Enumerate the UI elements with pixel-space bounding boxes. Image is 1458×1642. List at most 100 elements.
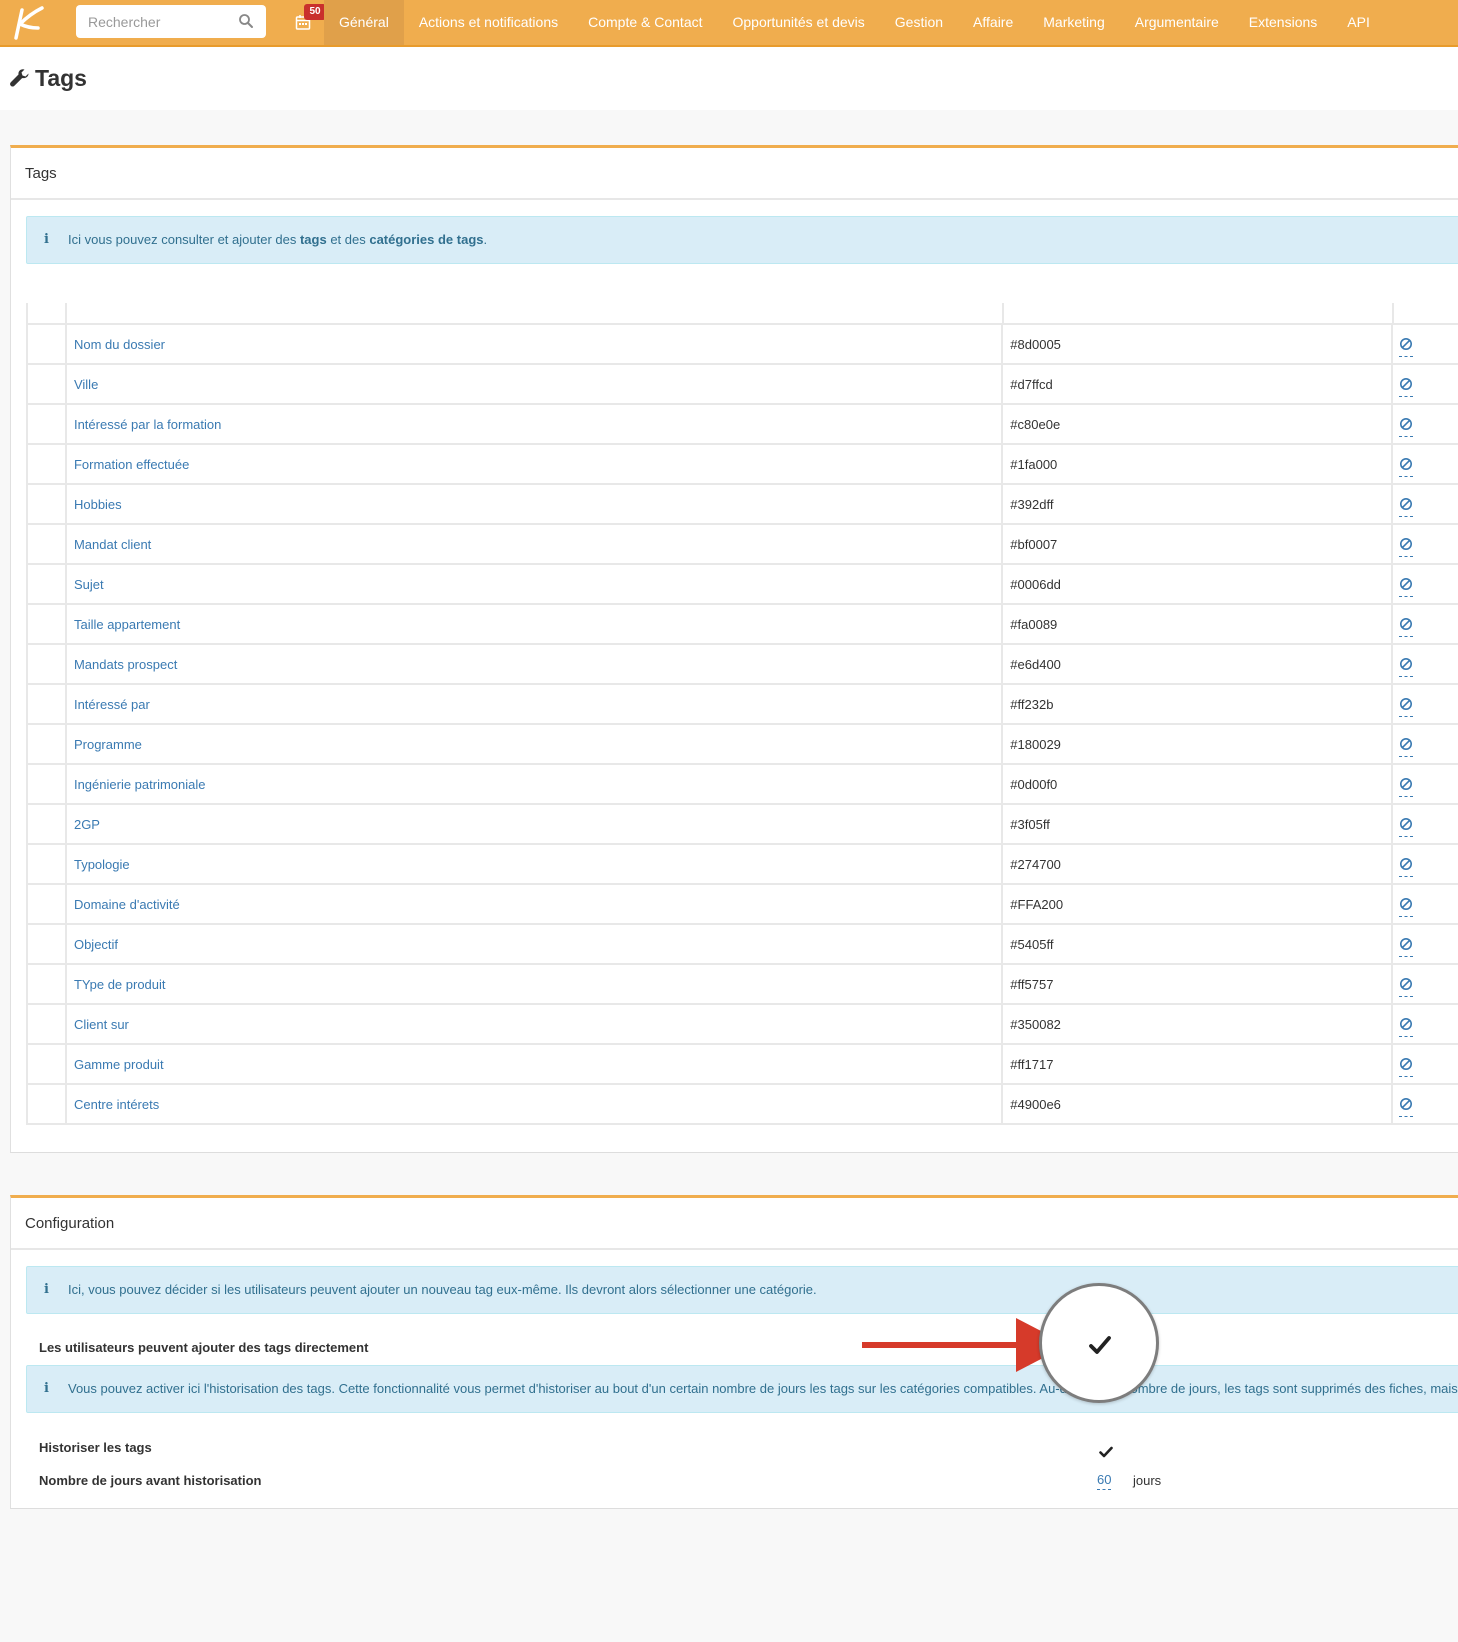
page-title: Tags <box>35 65 87 91</box>
row-handle-cell <box>26 523 67 565</box>
nav-item-actions[interactable]: Actions et notifications <box>404 0 573 45</box>
tag-action-cell <box>1392 323 1458 365</box>
disable-tag-button[interactable] <box>1399 1017 1414 1037</box>
disable-tag-button[interactable] <box>1399 1097 1414 1117</box>
tag-name-link[interactable]: Programme <box>74 737 142 752</box>
search-input[interactable] <box>88 5 228 38</box>
nav-item-opportunites[interactable]: Opportunités et devis <box>718 0 880 45</box>
ban-icon <box>1400 618 1413 630</box>
tag-name-cell: Sujet <box>65 563 1004 605</box>
row-handle-cell <box>26 883 67 925</box>
disable-tag-button[interactable] <box>1399 577 1414 597</box>
disable-tag-button[interactable] <box>1399 337 1414 357</box>
app-logo[interactable] <box>8 4 46 42</box>
wrench-icon <box>10 69 29 87</box>
tag-action-cell <box>1392 1083 1458 1125</box>
disable-tag-button[interactable] <box>1399 457 1414 477</box>
nav-item-extensions[interactable]: Extensions <box>1234 0 1332 45</box>
table-row: Intéressé par #ff232b <box>26 683 1458 725</box>
tag-color-cell: #c80e0e <box>1002 403 1394 445</box>
row-handle-cell <box>26 963 67 1005</box>
disable-tag-button[interactable] <box>1399 977 1414 997</box>
disable-tag-button[interactable] <box>1399 817 1414 837</box>
tag-name-link[interactable]: Domaine d'activité <box>74 897 180 912</box>
tag-name-link[interactable]: Mandat client <box>74 537 151 552</box>
tag-name-link[interactable]: Nom du dossier <box>74 337 165 352</box>
row-handle-cell <box>26 483 67 525</box>
nav-item-general[interactable]: Général <box>324 0 404 45</box>
historize-info-alert: i Vous pouvez activer ici l'historisatio… <box>26 1365 1458 1413</box>
ban-icon <box>1400 978 1413 990</box>
table-divider <box>1002 303 1004 323</box>
tag-color-cell: #350082 <box>1002 1003 1394 1045</box>
tag-name-link[interactable]: Ingénierie patrimoniale <box>74 777 206 792</box>
disable-tag-button[interactable] <box>1399 657 1414 677</box>
row-handle-cell <box>26 1003 67 1045</box>
tag-color-cell: #bf0007 <box>1002 523 1394 565</box>
tag-name-cell: Objectif <box>65 923 1004 965</box>
tag-name-link[interactable]: Typologie <box>74 857 130 872</box>
disable-tag-button[interactable] <box>1399 377 1414 397</box>
historize-info-text: Vous pouvez activer ici l'historisation … <box>68 1381 1458 1396</box>
search-icon[interactable] <box>238 13 254 29</box>
tag-name-link[interactable]: Formation effectuée <box>74 457 189 472</box>
tag-name-link[interactable]: 2GP <box>74 817 100 832</box>
tag-name-link[interactable]: Intéressé par la formation <box>74 417 221 432</box>
row-handle-cell <box>26 643 67 685</box>
nav-item-affaire[interactable]: Affaire <box>958 0 1028 45</box>
tag-name-link[interactable]: Taille appartement <box>74 617 180 632</box>
table-divider <box>65 303 67 323</box>
page-header: Tags <box>0 47 1458 110</box>
tags-panel-title: Tags <box>11 148 1458 200</box>
tag-color-cell: #3f05ff <box>1002 803 1394 845</box>
tag-name-cell: Intéressé par <box>65 683 1004 725</box>
tag-name-link[interactable]: Mandats prospect <box>74 657 177 672</box>
tag-name-link[interactable]: Objectif <box>74 937 118 952</box>
tag-name-link[interactable]: Ville <box>74 377 98 392</box>
disable-tag-button[interactable] <box>1399 497 1414 517</box>
tag-action-cell <box>1392 1043 1458 1085</box>
disable-tag-button[interactable] <box>1399 857 1414 877</box>
tag-name-link[interactable]: Hobbies <box>74 497 122 512</box>
days-value-editable[interactable]: 60 <box>1097 1473 1112 1490</box>
disable-tag-button[interactable] <box>1399 537 1414 557</box>
ban-icon <box>1400 338 1413 350</box>
ban-icon <box>1400 818 1413 830</box>
disable-tag-button[interactable] <box>1399 937 1414 957</box>
tag-name-link[interactable]: Intéressé par <box>74 697 150 712</box>
tag-name-link[interactable]: Gamme produit <box>74 1057 164 1072</box>
nav-item-argumentaire[interactable]: Argumentaire <box>1120 0 1234 45</box>
ban-icon <box>1400 938 1413 950</box>
disable-tag-button[interactable] <box>1399 697 1414 717</box>
tag-name-link[interactable]: TYpe de produit <box>74 977 166 992</box>
nav-item-gestion[interactable]: Gestion <box>880 0 958 45</box>
tag-name-link[interactable]: Sujet <box>74 577 104 592</box>
nav-item-compte-contact[interactable]: Compte & Contact <box>573 0 717 45</box>
disable-tag-button[interactable] <box>1399 737 1414 757</box>
table-row: Taille appartement #fa0089 <box>26 603 1458 645</box>
calendar-button[interactable]: 50 <box>290 0 326 45</box>
notification-badge: 50 <box>304 4 326 20</box>
days-label: Nombre de jours avant historisation <box>39 1473 262 1488</box>
nav-item-api[interactable]: API <box>1332 0 1385 45</box>
disable-tag-button[interactable] <box>1399 777 1414 797</box>
configuration-panel: Configuration i Ici, vous pouvez décider… <box>10 1195 1458 1509</box>
tag-name-cell: Intéressé par la formation <box>65 403 1004 445</box>
ban-icon <box>1400 898 1413 910</box>
table-row: Mandats prospect #e6d400 <box>26 643 1458 685</box>
disable-tag-button[interactable] <box>1399 417 1414 437</box>
disable-tag-button[interactable] <box>1399 897 1414 917</box>
ban-icon <box>1400 658 1413 670</box>
nav-item-marketing[interactable]: Marketing <box>1028 0 1119 45</box>
disable-tag-button[interactable] <box>1399 1057 1414 1077</box>
tag-name-link[interactable]: Centre intérets <box>74 1097 159 1112</box>
row-handle-cell <box>26 363 67 405</box>
tag-name-link[interactable]: Client sur <box>74 1017 129 1032</box>
tags-info-alert: i Ici vous pouvez consulter et ajouter d… <box>26 216 1458 264</box>
tag-name-cell: Client sur <box>65 1003 1004 1045</box>
disable-tag-button[interactable] <box>1399 617 1414 637</box>
tag-name-cell: Formation effectuée <box>65 443 1004 485</box>
row-handle-cell <box>26 723 67 765</box>
historize-check-icon[interactable] <box>1099 1445 1113 1459</box>
ban-icon <box>1400 858 1413 870</box>
